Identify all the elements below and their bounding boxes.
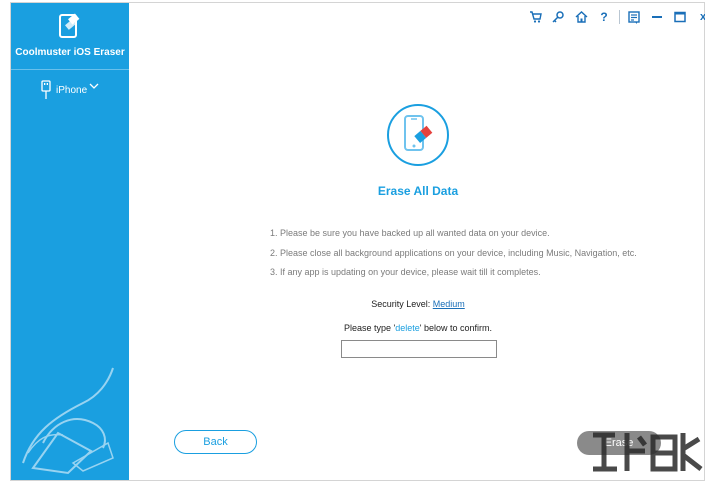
confirm-keyword: delete — [395, 323, 420, 333]
instruction-item: 3. If any app is updating on your device… — [270, 267, 541, 277]
close-icon[interactable]: x — [695, 9, 705, 25]
app-title: Coolmuster iOS Eraser — [15, 47, 125, 58]
confirm-instruction: Please type 'delete' below to confirm. — [268, 323, 568, 333]
home-icon[interactable] — [573, 9, 589, 25]
app-window: Coolmuster iOS Eraser iPhone ? x Erase A… — [10, 2, 705, 481]
device-label: iPhone — [56, 85, 88, 96]
instruction-item: 1. Please be sure you have backed up all… — [270, 228, 550, 238]
app-logo-icon — [59, 13, 80, 38]
sidebar-divider — [11, 69, 129, 70]
confirm-suffix: ' below to confirm. — [419, 323, 493, 333]
sidebar: Coolmuster iOS Eraser iPhone — [11, 3, 129, 480]
minimize-icon[interactable] — [649, 9, 665, 25]
help-icon[interactable]: ? — [596, 9, 612, 25]
close-glyph: x — [699, 11, 705, 23]
brand: Coolmuster iOS Eraser — [11, 3, 129, 69]
toolbar-separator — [619, 10, 620, 24]
instruction-item: 2. Please close all background applicati… — [270, 247, 637, 258]
usb-cable-icon — [41, 80, 51, 99]
instructions-list: 1. Please be sure you have backed up all… — [270, 227, 690, 286]
erase-phone-icon — [387, 104, 449, 166]
page-title: Erase All Data — [377, 184, 459, 198]
confirm-delete-input[interactable] — [341, 340, 497, 358]
help-glyph: ? — [600, 10, 608, 24]
window-toolbar: ? x — [527, 7, 705, 27]
security-level-label: Security Level: — [371, 299, 433, 309]
security-level-row: Security Level: Medium — [318, 299, 518, 309]
key-icon[interactable] — [550, 9, 566, 25]
watermark-logo — [593, 432, 703, 472]
security-level-link[interactable]: Medium — [433, 299, 465, 309]
maximize-icon[interactable] — [672, 9, 688, 25]
chevron-down-icon — [89, 83, 99, 89]
eraser-hand-illustration — [22, 367, 114, 475]
cart-icon[interactable] — [527, 9, 543, 25]
back-button[interactable]: Back — [174, 430, 257, 454]
feedback-icon[interactable] — [626, 9, 642, 25]
device-selector[interactable]: iPhone — [11, 77, 129, 103]
confirm-prefix: Please type ' — [343, 323, 396, 333]
